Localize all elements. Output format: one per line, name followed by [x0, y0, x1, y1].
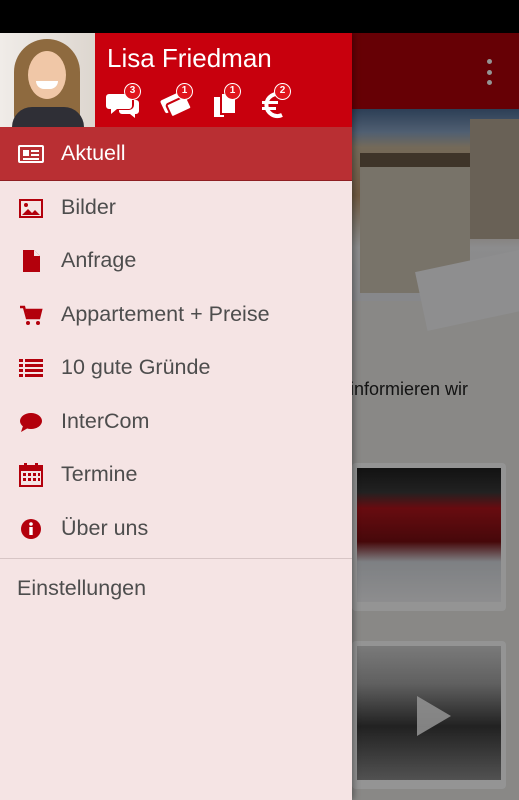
- euro-icon[interactable]: 2: [260, 83, 298, 121]
- user-name: Lisa Friedman: [107, 43, 272, 73]
- documents-icon[interactable]: 1: [210, 83, 248, 121]
- menu-item-anfrage[interactable]: Anfrage: [0, 234, 352, 288]
- badge: 2: [274, 83, 291, 100]
- menu-item-appartement-preise[interactable]: Appartement + Preise: [0, 288, 352, 342]
- menu-item-intercom[interactable]: InterCom: [0, 395, 352, 449]
- cart-icon: [20, 305, 43, 325]
- settings-label: Einstellungen: [17, 576, 147, 600]
- menu-item-label: Anfrage: [61, 248, 137, 273]
- badge: 1: [176, 83, 193, 100]
- image-icon: [19, 198, 43, 218]
- badge: 3: [124, 83, 141, 100]
- comment-icon: [20, 412, 42, 432]
- badge: 1: [224, 83, 241, 100]
- drawer-header: Lisa Friedman 3 1 1 2: [0, 33, 352, 127]
- menu-item-ueber-uns[interactable]: Über uns: [0, 502, 352, 556]
- menu-item-label: Aktuell: [61, 140, 126, 165]
- menu-item-label: Appartement + Preise: [61, 301, 270, 326]
- menu-item-termine[interactable]: Termine: [0, 448, 352, 502]
- menu-item-label: InterCom: [61, 408, 150, 433]
- newspaper-icon: [18, 145, 44, 163]
- menu-item-label: 10 gute Gründe: [61, 355, 211, 380]
- list-icon: [19, 359, 43, 377]
- tickets-icon[interactable]: 1: [158, 83, 196, 121]
- status-bar: [0, 0, 519, 33]
- file-icon: [23, 250, 40, 272]
- header-icons: 3 1 1 2: [106, 83, 346, 121]
- menu-item-label: Über uns: [61, 515, 149, 540]
- navigation-drawer: Lisa Friedman 3 1 1 2 Aktuell Bilder Anf…: [0, 33, 352, 800]
- menu-item-label: Bilder: [61, 194, 116, 219]
- chat-icon[interactable]: 3: [106, 83, 144, 121]
- calendar-icon: [19, 463, 43, 487]
- menu-item-label: Termine: [61, 462, 138, 487]
- menu-item-aktuell[interactable]: Aktuell: [0, 127, 352, 181]
- info-icon: [21, 518, 41, 539]
- drawer-menu: Aktuell Bilder Anfrage Appartement + Pre…: [0, 127, 352, 615]
- menu-item-bilder[interactable]: Bilder: [0, 181, 352, 235]
- menu-item-10-gute-gruende[interactable]: 10 gute Gründe: [0, 341, 352, 395]
- settings-item[interactable]: Einstellungen: [0, 559, 352, 615]
- avatar[interactable]: [0, 33, 95, 127]
